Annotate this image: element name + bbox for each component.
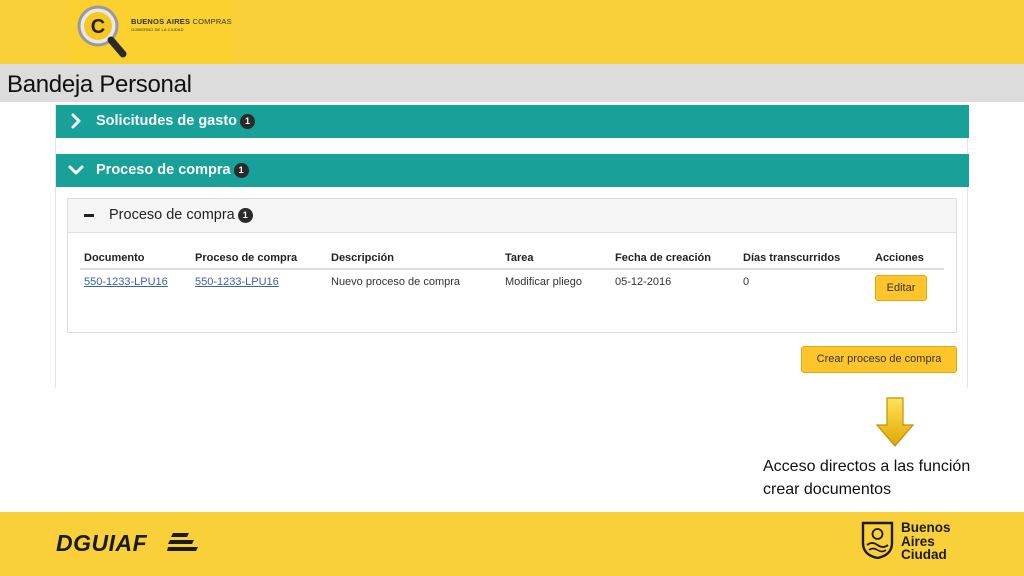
page-title-bar: Bandeja Personal (0, 64, 1024, 102)
footer-banner: DGUIAF Buenos Aires Ciudad (0, 512, 1024, 576)
col-tarea: Tarea (501, 247, 611, 270)
col-descripcion: Descripción (327, 247, 501, 270)
buenos-aires-compras-logo: C BUENOS AIRES COMPRAS GOBIERNO DE LA CI… (68, 0, 233, 64)
count-badge: 1 (233, 163, 249, 178)
proceso-card: Proceso de compra 1 Documento Proceso de … (67, 198, 957, 333)
count-badge: 1 (240, 114, 255, 129)
cell-documento: 550-1233-LPU16 (80, 269, 191, 301)
dguiaf-logo: DGUIAF (56, 530, 148, 556)
proceso-link[interactable]: 550-1233-LPU16 (195, 276, 279, 288)
section-header-solicitudes[interactable]: Solicitudes de gasto 1 (56, 105, 969, 138)
top-banner: C BUENOS AIRES COMPRAS GOBIERNO DE LA CI… (0, 0, 1024, 64)
section-header-label: Proceso de compra 1 (96, 162, 249, 178)
cell-proceso: 550-1233-LPU16 (191, 269, 327, 301)
chevron-down-icon (68, 165, 84, 175)
section-header-label: Solicitudes de gasto 1 (96, 113, 255, 129)
col-proceso: Proceso de compra (191, 247, 327, 270)
edit-button[interactable]: Editar (875, 275, 927, 301)
section-header-proceso[interactable]: Proceso de compra 1 (56, 154, 969, 187)
proceso-card-header[interactable]: Proceso de compra 1 (68, 199, 956, 233)
count-badge: 1 (237, 208, 253, 223)
buenos-aires-ciudad-logo: Buenos Aires Ciudad (901, 520, 951, 562)
proceso-table: Documento Proceso de compra Descripción … (80, 247, 944, 301)
down-arrow-icon (876, 397, 914, 447)
bandeja-panel: Solicitudes de gasto 1 Proceso de compra 1… (55, 104, 969, 388)
logo-subtitle: GOBIERNO DE LA CIUDAD (131, 27, 184, 32)
cell-tarea: Modificar pliego (505, 276, 583, 288)
logo-title: BUENOS AIRES COMPRAS (131, 17, 232, 26)
documento-link[interactable]: 550-1233-LPU16 (84, 276, 168, 288)
create-process-button[interactable]: Crear proceso de compra (801, 346, 957, 373)
col-dias: Días transcurridos (739, 247, 871, 270)
chevron-right-icon (71, 113, 81, 129)
col-documento: Documento (80, 247, 191, 270)
magnifier-logo-icon: C (77, 5, 127, 58)
col-fecha: Fecha de creación (611, 247, 739, 270)
cell-fecha: 05-12-2016 (615, 276, 672, 288)
city-emblem-icon (861, 521, 894, 559)
proceso-card-title: Proceso de compra 1 (109, 207, 253, 223)
cell-descripcion: Nuevo proceso de compra (331, 276, 461, 288)
col-acciones: Acciones (871, 247, 944, 270)
minus-icon[interactable] (84, 214, 94, 217)
cell-dias: 0 (743, 276, 750, 288)
page-title: Bandeja Personal (7, 71, 192, 98)
cell-acciones: Editar (871, 269, 944, 301)
table-header-row: Documento Proceso de compra Descripción … (80, 247, 944, 270)
dguiaf-bars-icon (167, 533, 198, 551)
annotation-note: Acceso directos a las función crear docu… (763, 458, 971, 498)
svg-text:C: C (91, 16, 105, 38)
table-row: 550-1233-LPU16 550-1233-LPU16 Nuevo proc… (80, 269, 944, 301)
